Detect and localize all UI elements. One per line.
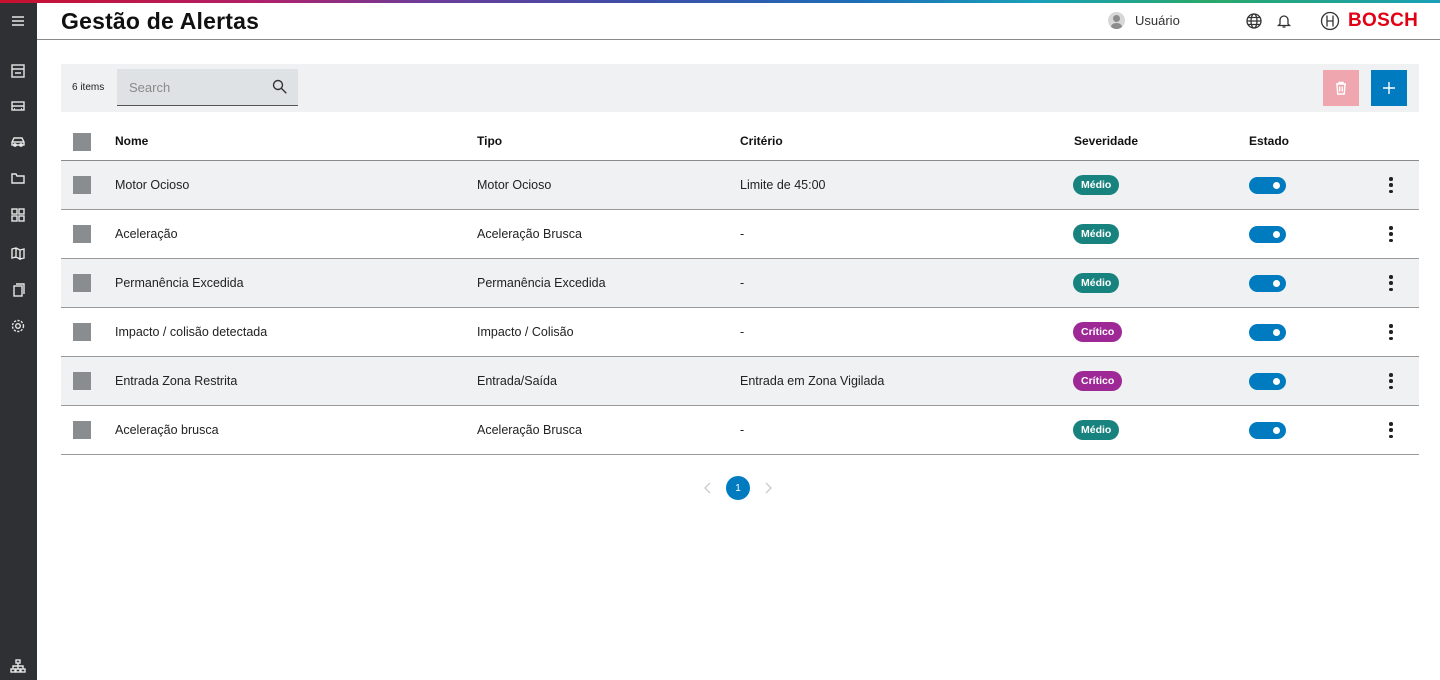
bell-icon[interactable] (1275, 12, 1293, 30)
status-toggle[interactable] (1249, 422, 1286, 439)
table-row[interactable]: Permanência Excedida Permanência Excedid… (61, 259, 1419, 308)
cell-criterio: - (740, 276, 745, 290)
dashboard-icon[interactable] (9, 62, 27, 80)
cell-tipo: Aceleração Brusca (477, 423, 582, 437)
status-toggle[interactable] (1249, 373, 1286, 390)
cell-nome: Permanência Excedida (115, 276, 244, 290)
avatar (1108, 12, 1125, 29)
page-number-current[interactable]: 1 (726, 476, 750, 500)
settings-icon[interactable] (9, 317, 27, 335)
select-all-checkbox[interactable] (73, 133, 91, 151)
next-page-icon[interactable] (760, 476, 776, 500)
row-checkbox[interactable] (73, 372, 91, 390)
cell-tipo: Impacto / Colisão (477, 325, 574, 339)
trash-icon (1336, 81, 1346, 95)
search-icon[interactable] (271, 78, 289, 96)
more-options-icon[interactable] (1383, 273, 1399, 293)
add-alert-button[interactable] (1371, 70, 1407, 106)
status-toggle[interactable] (1249, 324, 1286, 341)
search-box[interactable] (117, 69, 298, 106)
status-toggle[interactable] (1249, 275, 1286, 292)
plus-icon (1383, 82, 1395, 94)
column-header-estado[interactable]: Estado (1249, 134, 1289, 148)
row-checkbox[interactable] (73, 176, 91, 194)
row-checkbox[interactable] (73, 421, 91, 439)
car-icon[interactable] (9, 133, 27, 151)
severity-badge: Médio (1073, 273, 1120, 293)
pagination: 1 (700, 476, 776, 500)
menu-icon[interactable] (9, 12, 27, 30)
table-row[interactable]: Impacto / colisão detectada Impacto / Co… (61, 308, 1419, 357)
severity-badge: Médio (1073, 420, 1120, 440)
bosch-logo: BOSCH (1320, 10, 1418, 32)
column-header-criterio[interactable]: Critério (740, 134, 783, 148)
cell-nome: Impacto / colisão detectada (115, 325, 268, 339)
table-toolbar: 6 items (61, 64, 1419, 112)
column-header-tipo[interactable]: Tipo (477, 134, 502, 148)
table-row[interactable]: Entrada Zona Restrita Entrada/Saída Entr… (61, 357, 1419, 406)
table-row[interactable]: Aceleração Aceleração Brusca - Médio (61, 210, 1419, 259)
cell-criterio: Entrada em Zona Vigilada (740, 374, 885, 388)
severity-badge: Crítico (1073, 371, 1123, 391)
column-header-severidade[interactable]: Severidade (1074, 134, 1138, 148)
sidebar (0, 3, 37, 680)
more-options-icon[interactable] (1383, 371, 1399, 391)
brand-name: BOSCH (1348, 10, 1419, 31)
cell-tipo: Entrada/Saída (477, 374, 557, 388)
more-options-icon[interactable] (1383, 224, 1399, 244)
item-count: 6 items (72, 82, 105, 93)
status-toggle[interactable] (1249, 177, 1286, 194)
page-title: Gestão de Alertas (61, 8, 260, 34)
cell-nome: Aceleração (115, 227, 178, 241)
grid-icon[interactable] (9, 206, 27, 224)
cell-criterio: - (740, 423, 745, 437)
row-checkbox[interactable] (73, 225, 91, 243)
cell-criterio: Limite de 45:00 (740, 178, 826, 192)
bosch-armature-icon (1320, 11, 1340, 31)
hierarchy-icon[interactable] (9, 657, 27, 675)
vehicle-bus-icon[interactable] (9, 97, 27, 115)
row-checkbox[interactable] (73, 323, 91, 341)
cell-tipo: Permanência Excedida (477, 276, 606, 290)
documents-icon[interactable] (9, 281, 27, 299)
more-options-icon[interactable] (1383, 322, 1399, 342)
table-header: Nome Tipo Critério Severidade Estado (61, 120, 1419, 161)
header: Gestão de Alertas Usuário BOSCH (37, 3, 1440, 40)
more-options-icon[interactable] (1383, 175, 1399, 195)
delete-button[interactable] (1323, 70, 1359, 106)
search-input[interactable] (117, 69, 267, 105)
column-header-nome[interactable]: Nome (115, 134, 148, 148)
severity-badge: Médio (1073, 175, 1120, 195)
user-label: Usuário (1135, 13, 1180, 28)
cell-nome: Entrada Zona Restrita (115, 374, 238, 388)
cell-nome: Motor Ocioso (115, 178, 190, 192)
user-menu[interactable]: Usuário (1108, 12, 1180, 29)
row-checkbox[interactable] (73, 274, 91, 292)
map-icon[interactable] (9, 244, 27, 262)
cell-criterio: - (740, 227, 745, 241)
severity-badge: Médio (1073, 224, 1120, 244)
severity-badge: Crítico (1073, 322, 1123, 342)
more-options-icon[interactable] (1383, 420, 1399, 440)
table-row[interactable]: Aceleração brusca Aceleração Brusca - Mé… (61, 406, 1419, 455)
alerts-table: Nome Tipo Critério Severidade Estado Mot… (61, 120, 1419, 455)
cell-nome: Aceleração brusca (115, 423, 219, 437)
cell-tipo: Aceleração Brusca (477, 227, 582, 241)
cell-tipo: Motor Ocioso (477, 178, 552, 192)
folder-icon[interactable] (9, 169, 27, 187)
previous-page-icon[interactable] (700, 476, 716, 500)
cell-criterio: - (740, 325, 745, 339)
table-row[interactable]: Motor Ocioso Motor Ocioso Limite de 45:0… (61, 161, 1419, 210)
globe-icon[interactable] (1245, 12, 1263, 30)
status-toggle[interactable] (1249, 226, 1286, 243)
